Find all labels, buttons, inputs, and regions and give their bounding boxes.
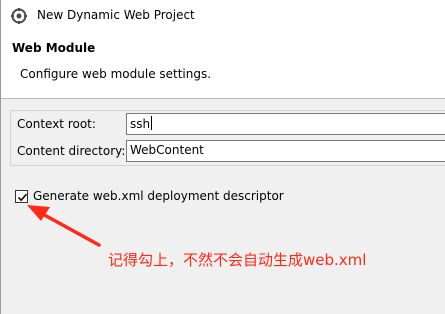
page-title: Web Module: [12, 41, 96, 55]
project-gear-icon: [11, 8, 27, 24]
wizard-window: New Dynamic Web Project Web Module Confi…: [0, 0, 445, 314]
annotation-note: 记得勾上，不然不会自动生成web.xml: [108, 251, 367, 269]
title-bar: New Dynamic Web Project: [1, 0, 445, 31]
wizard-banner: Web Module Configure web module settings…: [1, 31, 445, 99]
page-description: Configure web module settings.: [20, 67, 212, 81]
window-title: New Dynamic Web Project: [37, 8, 195, 22]
red-arrow-icon: [27, 205, 101, 247]
wizard-content: Context root: ssh Content directory: Web…: [1, 99, 445, 314]
